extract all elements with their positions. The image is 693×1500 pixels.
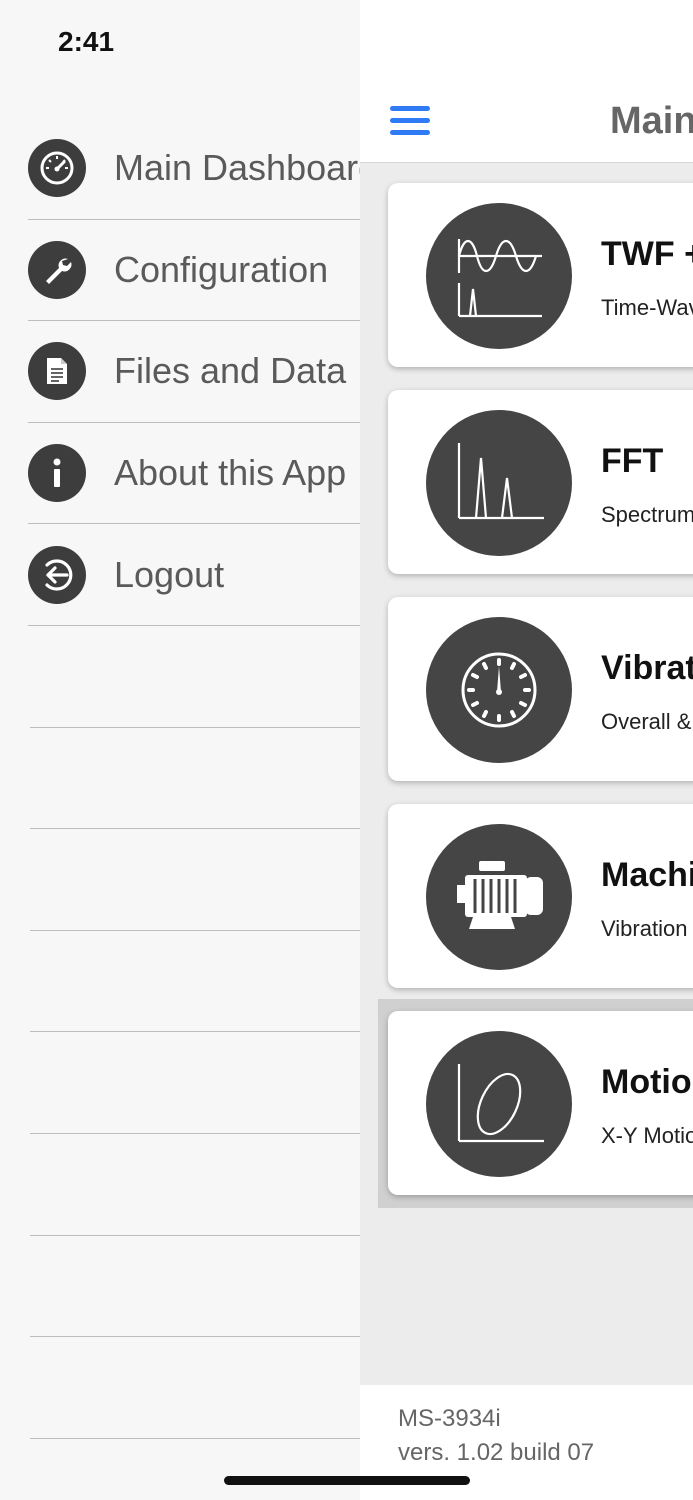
logout-icon [28,545,86,604]
menu-empty-row [30,1337,360,1439]
home-indicator[interactable] [224,1476,470,1485]
status-time: 2:41 [58,26,115,57]
card-title: TWF + FFT [601,235,693,273]
card-subtitle: Overall & [601,709,692,734]
motor-icon [426,824,572,970]
version-label: vers. 1.02 build 07 [398,1439,595,1466]
card-machine[interactable]: Machine Vibration [388,804,693,988]
card-twf-fft[interactable]: TWF + FFT Time-Waveform [388,183,693,367]
menu-empty-row [30,1236,360,1338]
menu-item-configuration[interactable]: Configuration [28,220,360,322]
menu-item-label: Main Dashboard [114,147,379,189]
card-subtitle: X-Y Motion [601,1123,693,1148]
gauge-icon [426,617,572,763]
card-title: Machine [601,856,693,894]
main-panel: Main Dashboard TWF + FFT Time-Waveform [360,0,693,1500]
card-subtitle: Vibration [601,916,688,941]
menu-empty-row [30,1032,360,1134]
menu-item-label: Files and Data [114,350,347,392]
spectrum-icon [426,410,572,556]
card-fft[interactable]: FFT Spectrum [388,390,693,574]
menu-item-label: About this App [114,452,347,494]
side-menu: Main Dashboard Configuration Files and D… [0,118,378,1439]
info-icon [28,444,86,503]
menu-empty-row [30,728,360,830]
orbit-icon [426,1031,572,1177]
menu-item-about[interactable]: About this App [28,423,360,525]
card-subtitle: Time-Waveform [601,295,693,320]
menu-empty-row [30,1134,360,1236]
wrench-icon [28,240,86,299]
menu-empty-row [30,931,360,1033]
card-title: Motion [601,1063,693,1101]
card-motion[interactable]: Motion X-Y Motion [388,1011,693,1195]
card-subtitle: Spectrum [601,502,693,527]
model-label: MS-3934i [398,1405,501,1432]
navigation-bar: Main Dashboard [360,0,693,163]
menu-item-files-and-data[interactable]: Files and Data [28,321,360,423]
menu-item-logout[interactable]: Logout [28,524,360,626]
dashboard-gauge-icon [28,139,86,198]
card-title: Vibration [601,649,693,687]
hamburger-menu-icon[interactable] [390,106,430,136]
card-vibration[interactable]: Vibration Overall & [388,597,693,781]
card-title: FFT [601,442,664,480]
menu-item-label: Logout [114,553,225,595]
document-icon [28,342,86,401]
menu-item-main-dashboard[interactable]: Main Dashboard [28,118,378,220]
menu-empty-row [30,626,360,728]
menu-item-label: Configuration [114,248,329,290]
waveform-icon [426,203,572,349]
menu-empty-row [30,829,360,931]
page-title: Main Dashboard [610,100,693,142]
